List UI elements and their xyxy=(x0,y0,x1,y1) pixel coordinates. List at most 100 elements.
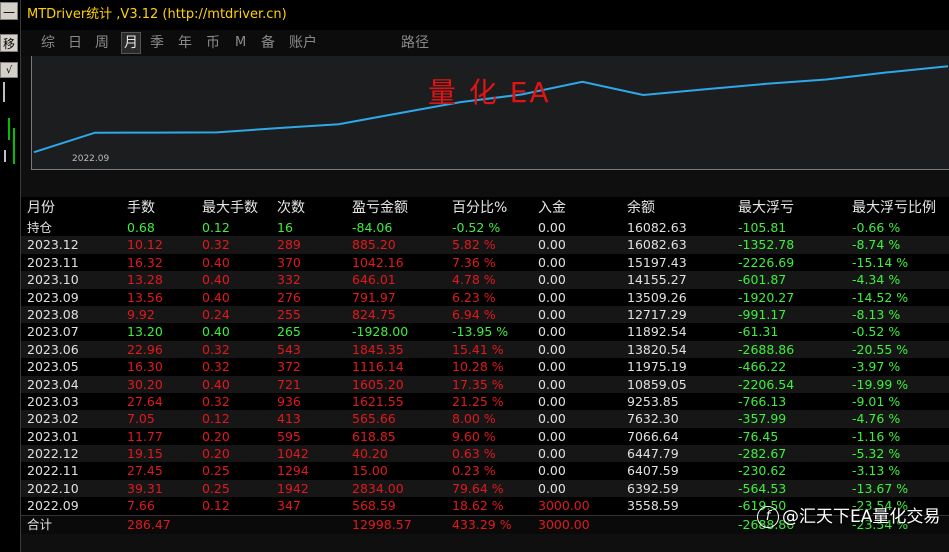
cell-trades: 543 xyxy=(277,341,301,357)
header-trades: 次数 xyxy=(277,200,305,216)
stats-window: MTDriver统计 ,V3.12 (http://mtdriver.cn) 综… xyxy=(21,0,949,552)
cell-balance: 7066.64 xyxy=(627,428,679,444)
cell-lots: 13.20 xyxy=(127,324,163,340)
cell-balance: 12717.29 xyxy=(627,306,687,322)
cell-lots: 10.12 xyxy=(127,237,163,253)
cell-lots: 16.32 xyxy=(127,254,163,270)
table-row: 2022.12 19.15 0.20 1042 40.20 0.63 % 0.00 6447.… xyxy=(21,445,949,463)
window-title: MTDriver统计 ,V3.12 (http://mtdriver.cn) xyxy=(21,0,949,30)
cell-max-lots: 0.25 xyxy=(202,480,230,496)
cell-max-drawdown: -76.45 xyxy=(738,428,779,444)
table-row: 2023.09 13.56 0.40 276 791.97 6.23 % 0.00 13509… xyxy=(21,289,949,306)
move-button[interactable]: 移 xyxy=(0,34,18,52)
cell-max-drawdown: -230.62 xyxy=(738,463,787,479)
cell-profit: 1042.16 xyxy=(352,254,404,270)
cell-lots: 286.47 xyxy=(127,516,171,532)
cell-max-lots: 0.25 xyxy=(202,463,230,479)
cell-max-lots: 0.20 xyxy=(202,428,230,444)
cell-balance: 6447.79 xyxy=(627,446,679,462)
cell-deposit: 0.00 xyxy=(538,446,566,462)
period-tabs: 综 日 周 月 季 年 币 M 备 账户 路径 xyxy=(21,30,949,56)
tab-year[interactable]: 年 xyxy=(176,33,194,53)
cell-max-drawdown: -357.99 xyxy=(738,411,787,427)
minimize-button[interactable]: — xyxy=(0,2,18,20)
cell-month: 2022.11 xyxy=(27,463,79,479)
cell-max-drawdown: -601.87 xyxy=(738,272,787,288)
cell-max-drawdown-pct: -4.76 % xyxy=(852,411,901,427)
cell-percent: 6.23 % xyxy=(452,289,496,305)
cell-profit: 2834.00 xyxy=(352,480,404,496)
header-lots: 手数 xyxy=(127,200,155,216)
header-percent: 百分比% xyxy=(452,200,508,216)
tab-week[interactable]: 周 xyxy=(93,33,111,53)
cell-month: 2023.04 xyxy=(27,376,79,392)
cell-lots: 27.64 xyxy=(127,393,163,409)
tab-m[interactable]: M xyxy=(233,33,248,53)
cell-deposit: 0.00 xyxy=(538,359,566,375)
tab-currency[interactable]: 币 xyxy=(204,33,222,53)
cell-max-drawdown: -61.31 xyxy=(738,324,779,340)
tab-month[interactable]: 月 xyxy=(121,32,141,54)
table-row: 2023.06 22.96 0.32 543 1845.35 15.41 % 0.00 138… xyxy=(21,340,949,359)
cell-month: 2023.01 xyxy=(27,428,79,444)
cell-trades: 372 xyxy=(277,359,301,375)
table-row-position: 持仓 0.68 0.12 16 -84.06 -0.52 % 0.00 16082.63 -10… xyxy=(21,219,949,236)
cell-max-drawdown-pct: -3.97 % xyxy=(852,359,901,375)
cell-lots: 22.96 xyxy=(127,341,163,357)
cell-percent: -0.52 % xyxy=(452,220,501,235)
cell-max-drawdown-pct: -5.32 % xyxy=(852,446,901,462)
table-row: 2023.11 16.32 0.40 370 1042.16 7.36 % 0.00 1519… xyxy=(21,254,949,271)
cell-max-drawdown: -466.22 xyxy=(738,359,787,375)
cell-max-drawdown: -1352.78 xyxy=(738,237,795,253)
cell-max-drawdown: -564.53 xyxy=(738,480,787,496)
cell-balance: 11892.54 xyxy=(627,324,687,340)
app-logo-icon: f xyxy=(757,506,779,528)
cell-profit: 565.66 xyxy=(352,411,396,427)
cell-month: 2023.12 xyxy=(27,237,79,253)
cell-percent: -13.95 % xyxy=(452,324,509,340)
cell-profit: -84.06 xyxy=(352,220,393,235)
table-row: 2022.11 27.45 0.25 1294 15.00 0.23 % 0.00 6407.… xyxy=(21,462,949,479)
candle-mark xyxy=(3,82,5,102)
cell-max-drawdown-pct: -19.99 % xyxy=(852,376,909,392)
cell-profit: 1845.35 xyxy=(352,341,404,357)
cell-profit: 568.59 xyxy=(352,498,396,514)
table-row: 2023.05 16.30 0.32 372 1116.14 10.28 % 0.00 119… xyxy=(21,358,949,375)
cell-percent: 15.41 % xyxy=(452,341,504,357)
tab-path[interactable]: 路径 xyxy=(399,33,431,53)
cell-deposit: 0.00 xyxy=(538,463,566,479)
header-deposit: 入金 xyxy=(538,200,566,216)
cell-lots: 27.45 xyxy=(127,463,163,479)
table-row: 2023.07 13.20 0.40 265 -1928.00 -13.95 % 0.00 1… xyxy=(21,323,949,340)
cell-percent: 79.64 % xyxy=(452,480,504,496)
cell-deposit: 0.00 xyxy=(538,480,566,496)
cell-lots: 30.20 xyxy=(127,376,163,392)
tab-account[interactable]: 账户 xyxy=(287,33,319,53)
tab-quarter[interactable]: 季 xyxy=(148,33,166,53)
cell-trades: 595 xyxy=(277,428,301,444)
cell-max-drawdown: -105.81 xyxy=(738,220,787,235)
cell-month: 2023.03 xyxy=(27,393,79,409)
cell-percent: 21.25 % xyxy=(452,393,504,409)
cell-balance: 13509.26 xyxy=(627,289,687,305)
cell-trades: 936 xyxy=(277,393,301,409)
cell-max-drawdown: -1920.27 xyxy=(738,289,795,305)
cell-max-drawdown-pct: -0.66 % xyxy=(852,220,901,235)
cell-balance: 16082.63 xyxy=(627,237,687,253)
cell-profit: 12998.57 xyxy=(352,516,412,532)
cell-max-lots: 0.40 xyxy=(202,289,230,305)
cell-balance: 6392.59 xyxy=(627,480,679,496)
cell-balance: 13820.54 xyxy=(627,341,687,357)
cell-max-drawdown-pct: -15.14 % xyxy=(852,254,909,270)
cell-max-drawdown: -2688.86 xyxy=(738,341,795,357)
cell-deposit: 0.00 xyxy=(538,324,566,340)
tab-day[interactable]: 日 xyxy=(66,33,84,53)
cell-max-lots: 0.32 xyxy=(202,393,230,409)
tab-notes[interactable]: 备 xyxy=(259,33,277,53)
cell-balance: 7632.30 xyxy=(627,411,679,427)
cell-max-lots: 0.32 xyxy=(202,237,230,253)
check-button[interactable]: √ xyxy=(0,62,18,78)
table-row: 2022.10 39.31 0.25 1942 2834.00 79.64 % 0.00 63… xyxy=(21,479,949,498)
cell-trades: 332 xyxy=(277,272,301,288)
tab-summary[interactable]: 综 xyxy=(39,33,57,53)
